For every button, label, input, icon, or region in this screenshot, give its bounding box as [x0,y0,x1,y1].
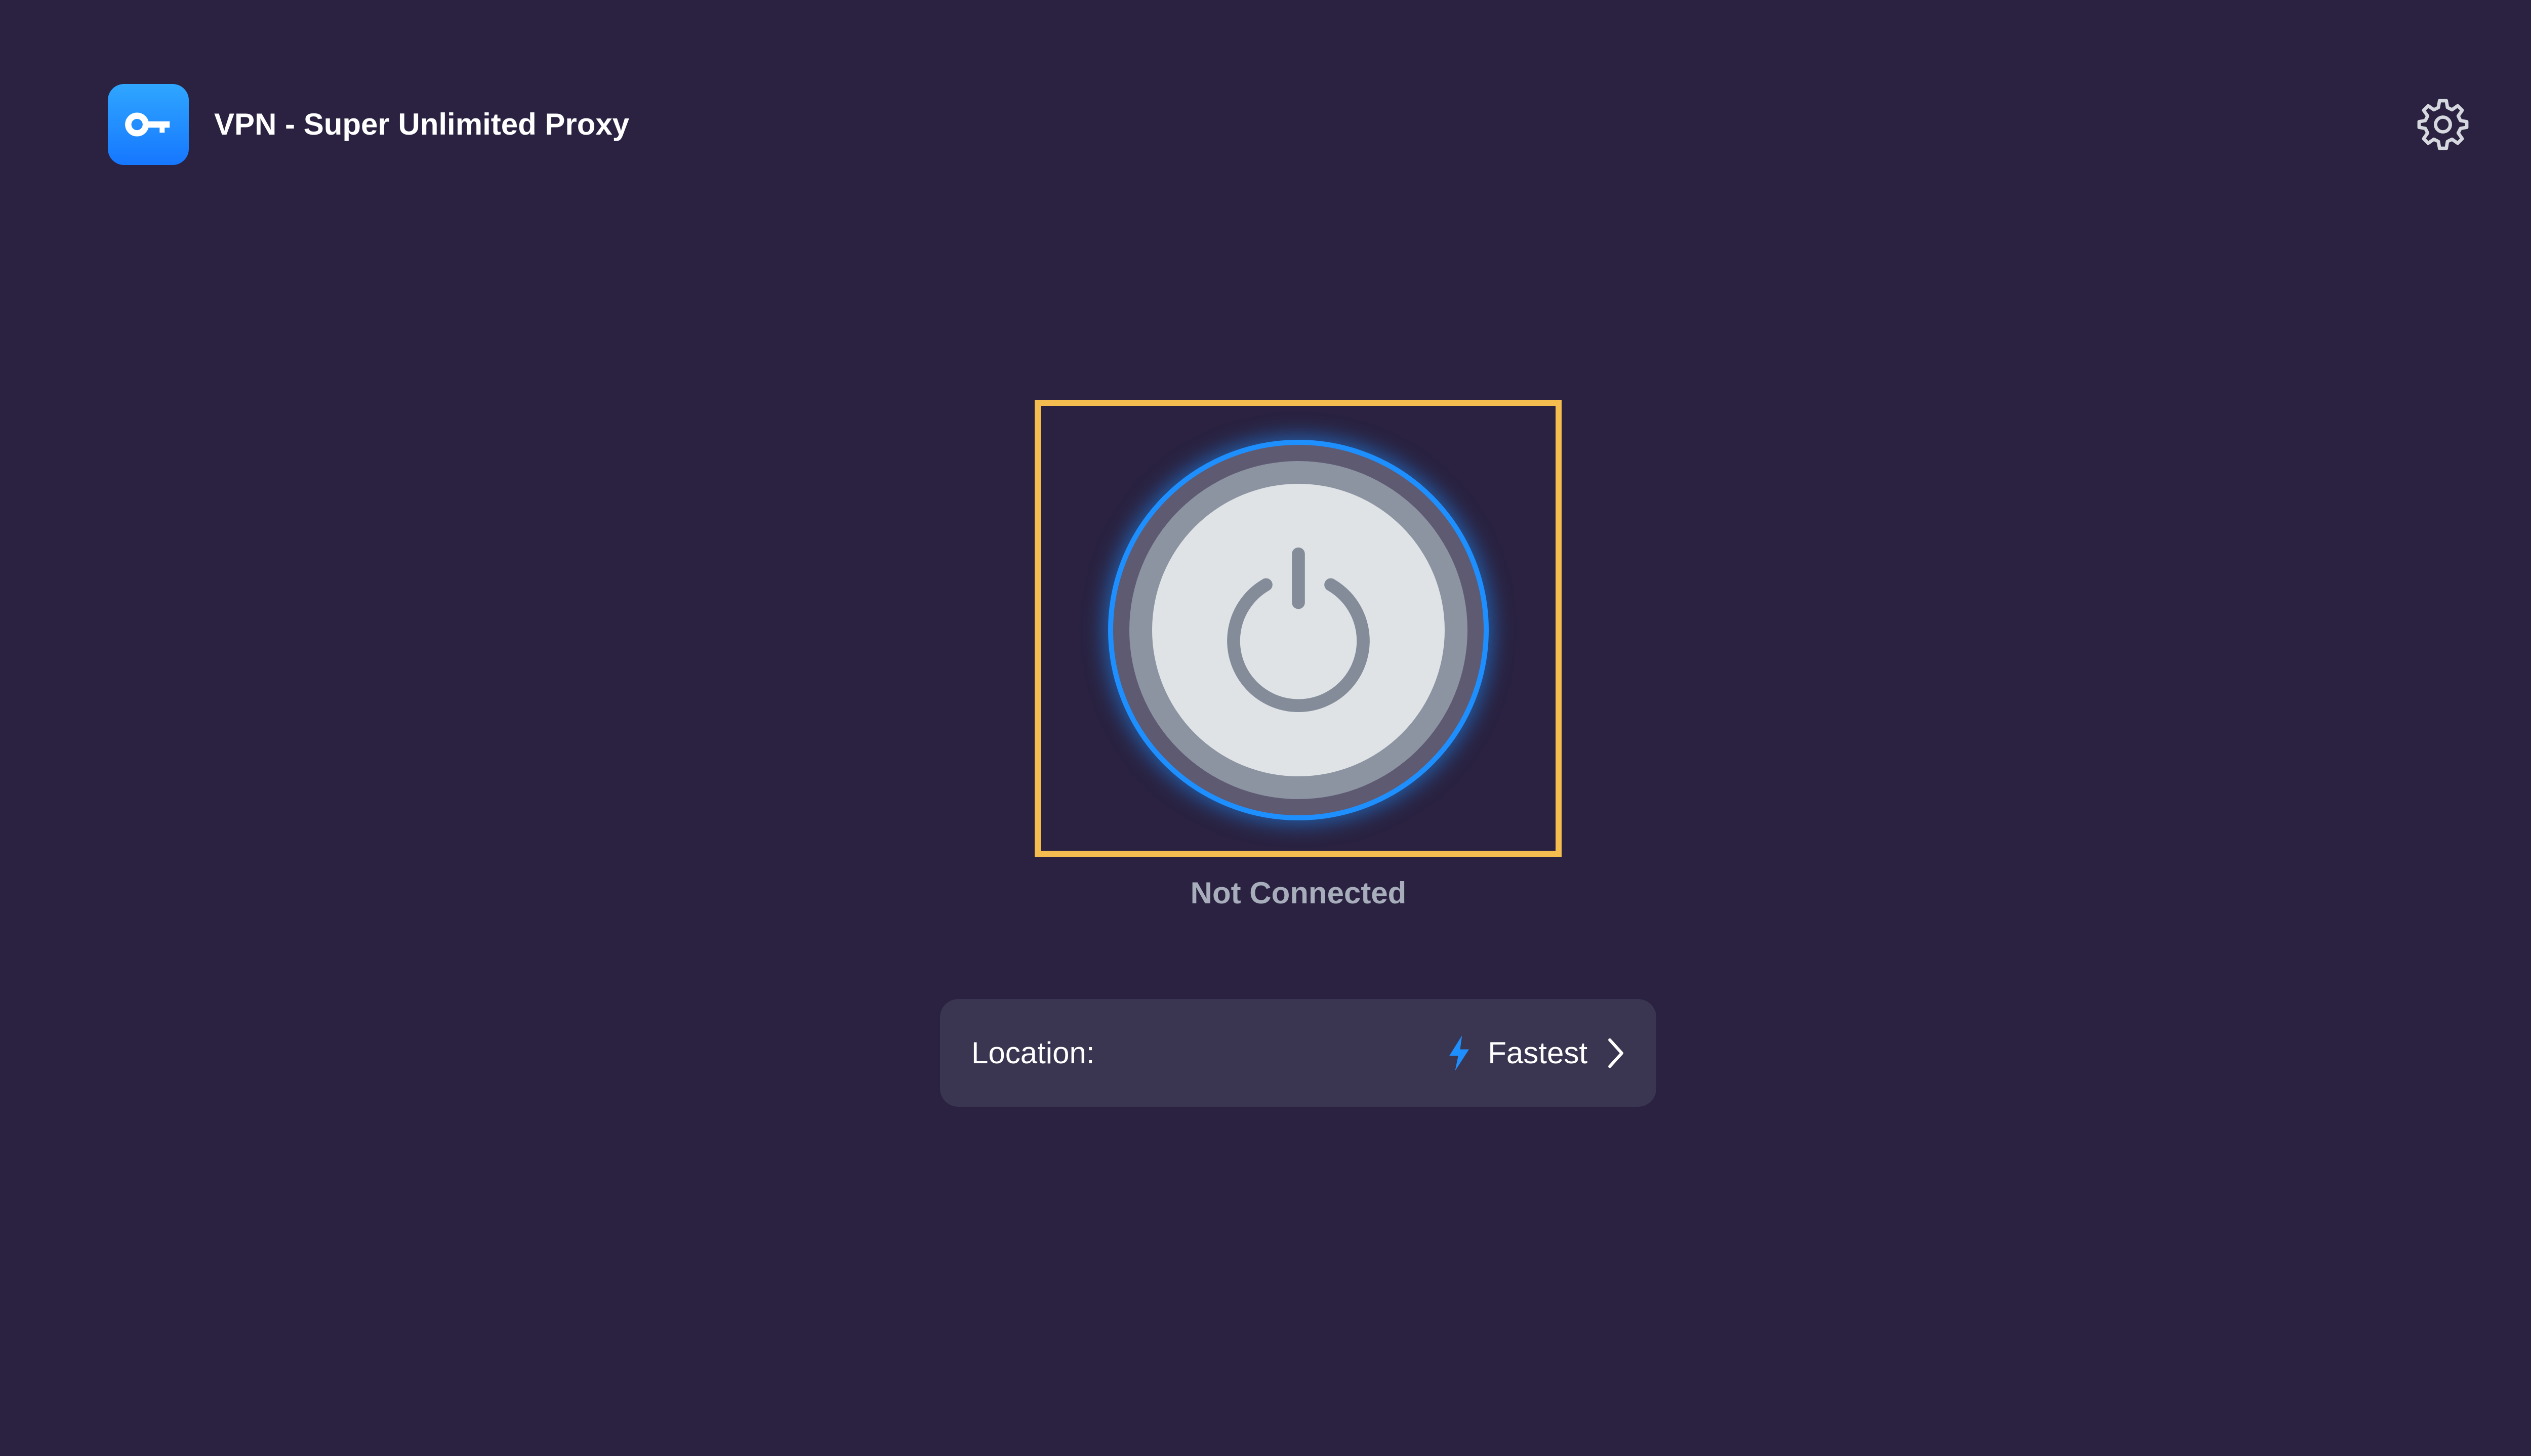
connection-status: Not Connected [1190,876,1407,910]
location-selector[interactable]: Location: Fastest [940,999,1656,1107]
gear-icon [2417,99,2469,150]
power-button[interactable] [1108,440,1489,820]
lightning-bolt-icon [1446,1034,1472,1072]
power-icon [1227,547,1370,713]
location-value: Fastest [1488,1035,1587,1070]
location-label: Location: [971,1035,1095,1070]
location-value-group: Fastest [1446,1034,1625,1072]
chevron-right-icon [1607,1037,1625,1069]
app-title: VPN - Super Unlimited Proxy [214,107,630,141]
power-button-core [1152,484,1445,776]
app-header: VPN - Super Unlimited Proxy [108,84,629,165]
key-icon [108,84,189,165]
settings-button[interactable] [2415,96,2471,153]
power-button-ring [1129,461,1467,799]
